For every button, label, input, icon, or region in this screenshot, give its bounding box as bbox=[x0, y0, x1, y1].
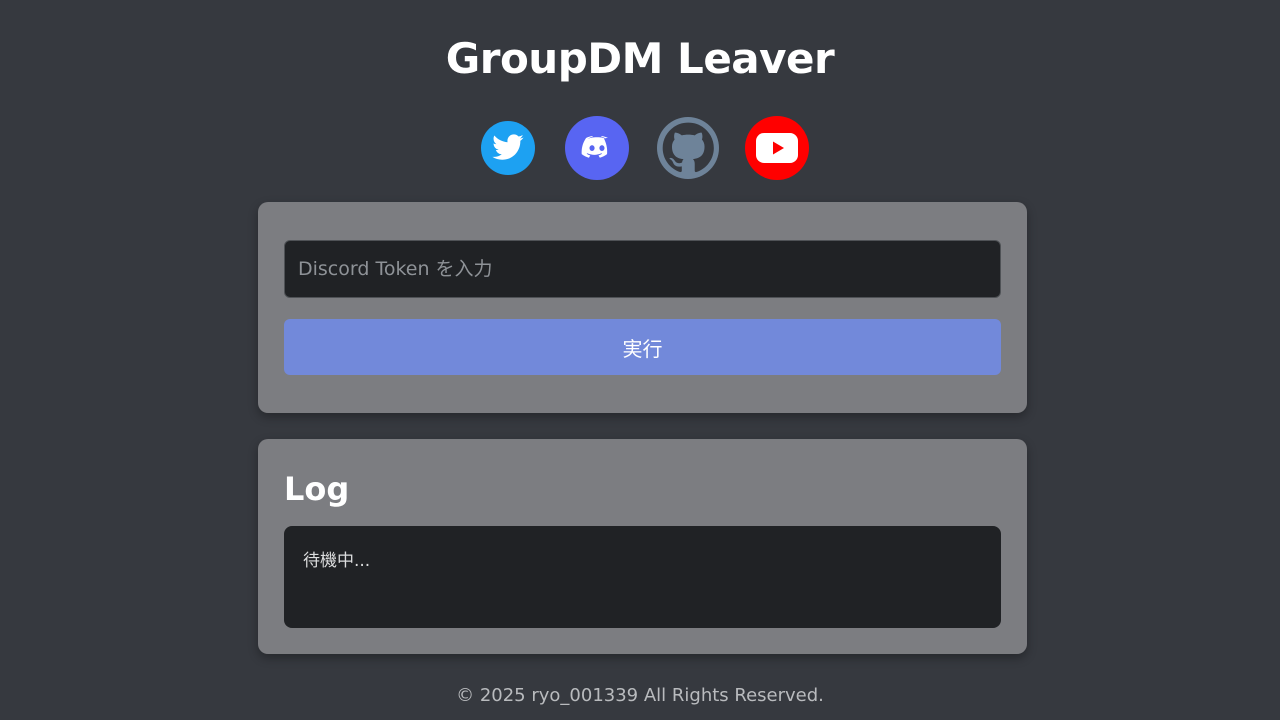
footer-copyright: © 2025 ryo_001339 All Rights Reserved. bbox=[456, 685, 824, 706]
social-links bbox=[0, 116, 1280, 180]
twitter-icon bbox=[492, 134, 524, 160]
log-heading: Log bbox=[284, 470, 350, 508]
token-form-card: 実行 bbox=[258, 202, 1027, 413]
github-link[interactable] bbox=[657, 117, 719, 179]
github-icon bbox=[662, 122, 714, 173]
discord-icon bbox=[581, 136, 608, 158]
log-card: Log 待機中... bbox=[258, 439, 1027, 654]
token-input[interactable] bbox=[284, 240, 1001, 298]
page: GroupDM Leaver 実行 Log bbox=[0, 0, 1280, 720]
twitter-link[interactable] bbox=[481, 121, 535, 175]
youtube-icon bbox=[756, 133, 798, 163]
log-output: 待機中... bbox=[284, 526, 1001, 628]
log-status-text: 待機中... bbox=[303, 551, 371, 571]
page-title: GroupDM Leaver bbox=[445, 34, 835, 83]
discord-link[interactable] bbox=[565, 116, 629, 180]
youtube-link[interactable] bbox=[745, 116, 809, 180]
run-button[interactable]: 実行 bbox=[284, 319, 1001, 375]
